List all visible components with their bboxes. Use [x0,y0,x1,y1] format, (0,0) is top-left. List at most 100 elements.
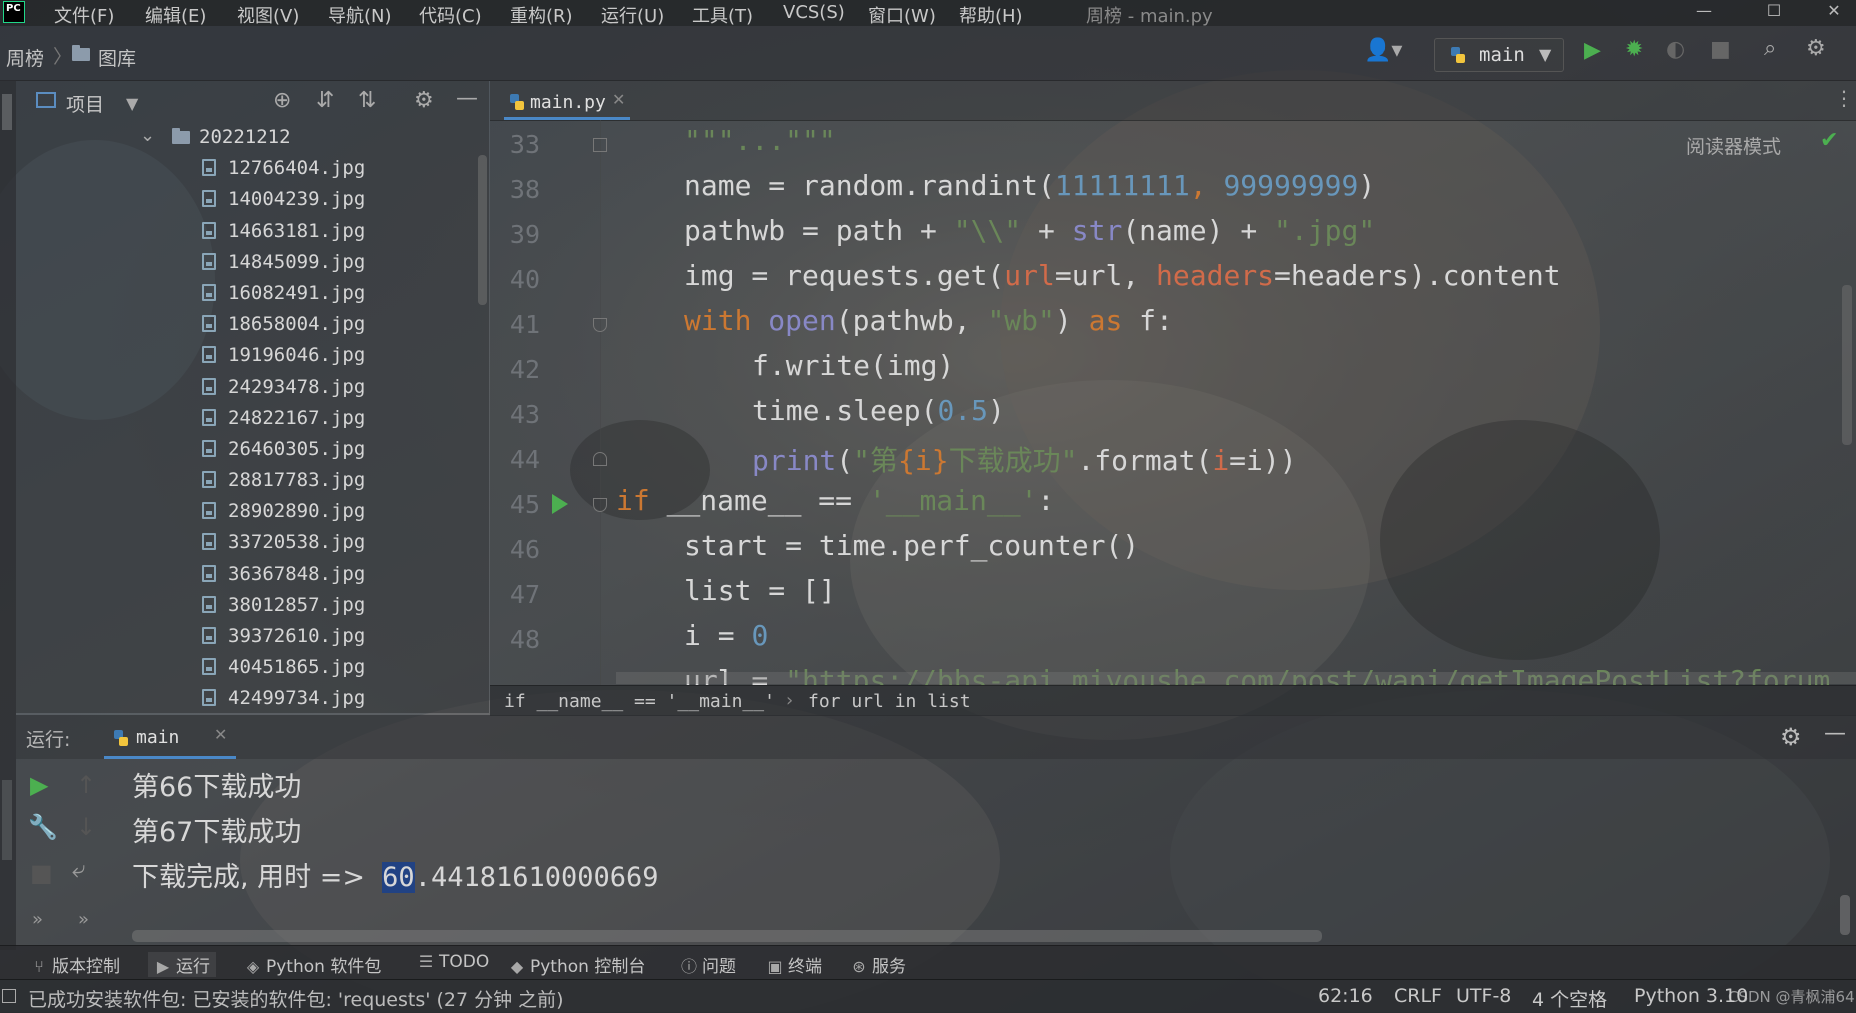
tree-file-row[interactable]: 14845099.jpg [16,247,486,278]
caret-position[interactable]: 62:16 [1318,985,1373,1007]
menu-run[interactable]: 运行(U) [601,2,664,28]
project-scrollbar[interactable] [478,155,487,305]
status-message[interactable]: 已成功安装软件包: 已安装的软件包: 'requests' (27 分钟 之前) [28,985,564,1012]
check-icon[interactable]: ✔ [1820,128,1838,153]
tab-main-py[interactable]: main.py ✕ [504,84,630,120]
menu-navigate[interactable]: 导航(N) [328,2,392,28]
account-icon[interactable]: 👤▾ [1364,40,1402,62]
settings-icon[interactable]: ⚙ [1806,38,1826,60]
project-tool-button[interactable] [2,94,12,130]
wrench-icon[interactable]: 🔧 [28,813,58,841]
menu-window[interactable]: 窗口(W) [868,2,936,28]
search-icon[interactable]: ⌕ [1764,38,1776,60]
breadcrumb-project[interactable]: 周榜 [6,44,44,71]
menu-file[interactable]: 文件(F) [54,2,114,28]
menu-code[interactable]: 代码(C) [419,2,482,28]
tool-run[interactable]: ▶ 运行 [148,952,216,977]
menu-help[interactable]: 帮助(H) [959,2,1023,28]
gear-icon[interactable]: ⚙ [414,88,434,113]
fold-expand-icon[interactable] [593,138,607,152]
tree-file-row[interactable]: 40451865.jpg [16,652,486,683]
breadcrumb-if-main[interactable]: if __name__ == '__main__' [504,691,775,712]
tree-file-row[interactable]: 14004239.jpg [16,184,486,215]
breadcrumb-folder[interactable]: 图库 [98,44,136,71]
menu-vcs[interactable]: VCS(S) [783,2,845,23]
folded-docstring[interactable]: """...""" [684,124,836,157]
tool-todo[interactable]: ☰ TODO [417,952,489,972]
file-encoding[interactable]: UTF-8 [1456,985,1511,1007]
run-horizontal-scrollbar[interactable] [132,930,1322,942]
soft-wrap-icon[interactable]: ⤶ [72,855,85,883]
line-separator[interactable]: CRLF [1394,985,1442,1007]
tool-problems[interactable]: ⓘ 问题 [680,952,736,977]
more-icon[interactable]: » [78,909,89,930]
editor-horizontal-scrollbar[interactable] [616,672,1856,684]
tree-file-row[interactable]: 18658004.jpg [16,309,486,340]
tree-file-row[interactable]: 12766404.jpg [16,153,486,184]
tree-file-row[interactable]: 39372610.jpg [16,621,486,652]
tool-terminal[interactable]: ▣ 终端 [766,952,822,977]
close-tab-icon[interactable]: ✕ [214,725,227,744]
project-panel-title[interactable]: 项目 [66,90,104,117]
tree-file-row[interactable]: 26460305.jpg [16,434,486,465]
close-icon[interactable]: ✕ [1814,0,1854,24]
tree-file-row[interactable]: 38012857.jpg [16,590,486,621]
collapse-all-icon[interactable]: ⇅ [358,88,376,113]
breadcrumb-for-loop[interactable]: for url in list [808,691,971,712]
rerun-icon[interactable]: ▶ [30,771,48,799]
debug-icon[interactable]: ✹ [1625,39,1643,61]
fold-icon[interactable] [593,498,607,512]
tree-file-row[interactable]: 42499734.jpg [16,683,486,714]
more-icon[interactable]: » [32,909,43,930]
stop-icon[interactable]: ■ [30,859,53,887]
maximize-icon[interactable]: ☐ [1754,0,1794,24]
coverage-icon[interactable]: ◐ [1666,39,1685,61]
fold-icon[interactable] [593,318,607,332]
line-number: 43 [509,400,540,429]
tree-file-row[interactable]: 33720538.jpg [16,527,486,558]
tree-file-row[interactable]: 16082491.jpg [16,278,486,309]
tool-version-control[interactable]: ⑂ 版本控制 [30,952,120,977]
fold-icon[interactable] [593,452,607,466]
menu-refactor[interactable]: 重构(R) [510,2,573,28]
run-tab-main[interactable]: main ✕ [104,719,236,759]
image-file-icon [202,190,216,208]
tree-file-row[interactable]: 14663181.jpg [16,216,486,247]
menu-edit[interactable]: 编辑(E) [145,2,206,28]
menu-tools[interactable]: 工具(T) [692,2,753,28]
chevron-down-icon[interactable]: ▼ [126,94,138,113]
expand-all-icon[interactable]: ⇵ [316,88,334,113]
tree-file-row[interactable]: 19196046.jpg [16,340,486,371]
reader-mode-toggle[interactable]: 阅读器模式 [1686,132,1781,159]
tree-folder-row[interactable]: ⌄ 20221212 [16,122,486,153]
hide-panel-icon[interactable]: — [1824,721,1846,746]
tool-python-console[interactable]: ◆ Python 控制台 [508,952,646,977]
run-config-selector[interactable]: main ▼ [1434,38,1564,72]
close-tab-icon[interactable]: ✕ [612,90,625,109]
run-vertical-scrollbar[interactable] [1840,895,1850,935]
editor-scrollbar[interactable] [1842,285,1852,445]
arrow-down-icon[interactable]: ↓ [76,813,96,841]
minimize-icon[interactable]: — [1684,0,1724,24]
stop-icon[interactable]: ■ [1710,39,1731,61]
arrow-up-icon[interactable]: ↑ [76,771,96,799]
status-icon[interactable] [2,989,16,1003]
chevron-down-icon[interactable]: ⌄ [140,125,155,146]
run-gutter-icon[interactable] [552,494,568,514]
locate-icon[interactable]: ⊕ [273,88,291,113]
run-icon[interactable]: ▶ [1584,40,1601,62]
bookmarks-tool-button[interactable] [2,780,12,860]
selected-text[interactable]: 60 [382,862,415,893]
hide-panel-icon[interactable]: — [456,86,478,111]
tree-file-row[interactable]: 28817783.jpg [16,465,486,496]
menu-view[interactable]: 视图(V) [237,2,299,28]
tree-file-row[interactable]: 24293478.jpg [16,372,486,403]
tool-services[interactable]: ⊛ 服务 [850,952,906,977]
tree-file-row[interactable]: 28902890.jpg [16,496,486,527]
gear-icon[interactable]: ⚙ [1780,723,1802,751]
more-icon[interactable]: ⋮ [1834,86,1854,110]
tree-file-row[interactable]: 36367848.jpg [16,559,486,590]
tree-file-row[interactable]: 24822167.jpg [16,403,486,434]
tool-python-packages[interactable]: ◈ Python 软件包 [244,952,382,977]
indent-setting[interactable]: 4 个空格 [1532,985,1607,1012]
